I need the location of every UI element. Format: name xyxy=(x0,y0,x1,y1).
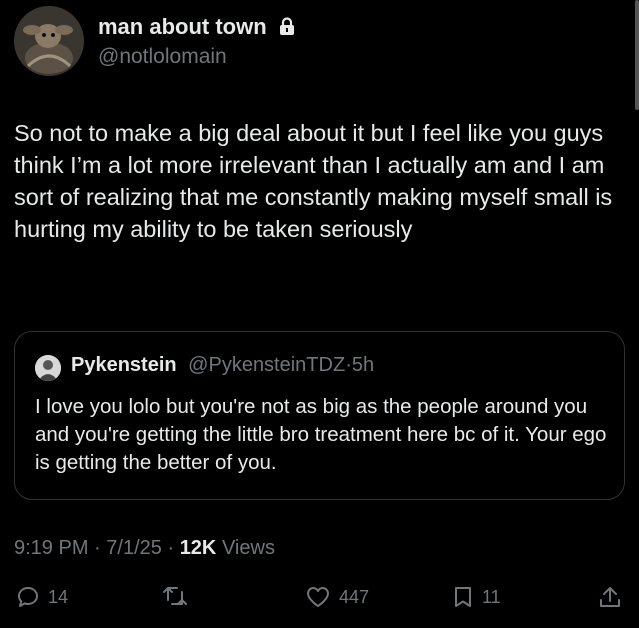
retweet-icon xyxy=(163,587,187,605)
quote-author-name[interactable]: Pykenstein xyxy=(71,354,177,376)
share-button[interactable] xyxy=(598,585,622,609)
quote-time[interactable]: 5h xyxy=(352,354,374,376)
lock-icon xyxy=(279,17,294,35)
bookmark-button[interactable]: 11 xyxy=(452,585,501,609)
tweet-time[interactable]: 9:19 PM xyxy=(14,537,88,559)
quote-text: I love you lolo but you're not as big as… xyxy=(35,395,607,474)
retweet-button[interactable] xyxy=(162,585,196,607)
like-button[interactable]: 447 xyxy=(305,585,369,609)
quoted-tweet[interactable]: Pykenstein @PykensteinTDZ·5h I love you … xyxy=(14,331,625,500)
reply-count: 14 xyxy=(48,586,69,607)
quote-header: Pykenstein @PykensteinTDZ·5h xyxy=(71,354,374,377)
views-label: Views xyxy=(221,537,275,559)
scrollbar[interactable] xyxy=(635,0,639,110)
views-count: 12K xyxy=(179,537,217,559)
quote-avatar-image xyxy=(35,355,61,381)
bookmark-icon xyxy=(455,587,471,607)
author-name-text: man about town xyxy=(98,14,267,39)
quote-avatar[interactable] xyxy=(35,355,61,381)
meta-separator-2: · xyxy=(167,537,175,559)
quote-author-handle[interactable]: @PykensteinTDZ xyxy=(188,354,345,376)
meta-separator-1: · xyxy=(94,537,101,559)
tweet-text: So not to make a big deal about it but I… xyxy=(14,120,613,242)
reply-button[interactable]: 14 xyxy=(16,585,68,609)
author-handle[interactable]: @notlolomain xyxy=(98,45,227,69)
share-icon xyxy=(600,587,620,607)
like-count: 447 xyxy=(339,586,370,607)
bookmark-count: 11 xyxy=(482,586,501,607)
author-avatar[interactable] xyxy=(14,6,84,76)
tweet-meta: 9:19 PM · 7/1/25 · 12K Views xyxy=(14,537,275,560)
quote-separator: · xyxy=(345,354,352,376)
heart-icon xyxy=(307,587,329,607)
tweet-date[interactable]: 7/1/25 xyxy=(106,537,162,559)
author-display-name[interactable]: man about town xyxy=(98,14,295,40)
avatar-image xyxy=(14,6,84,76)
reply-icon xyxy=(18,587,38,607)
